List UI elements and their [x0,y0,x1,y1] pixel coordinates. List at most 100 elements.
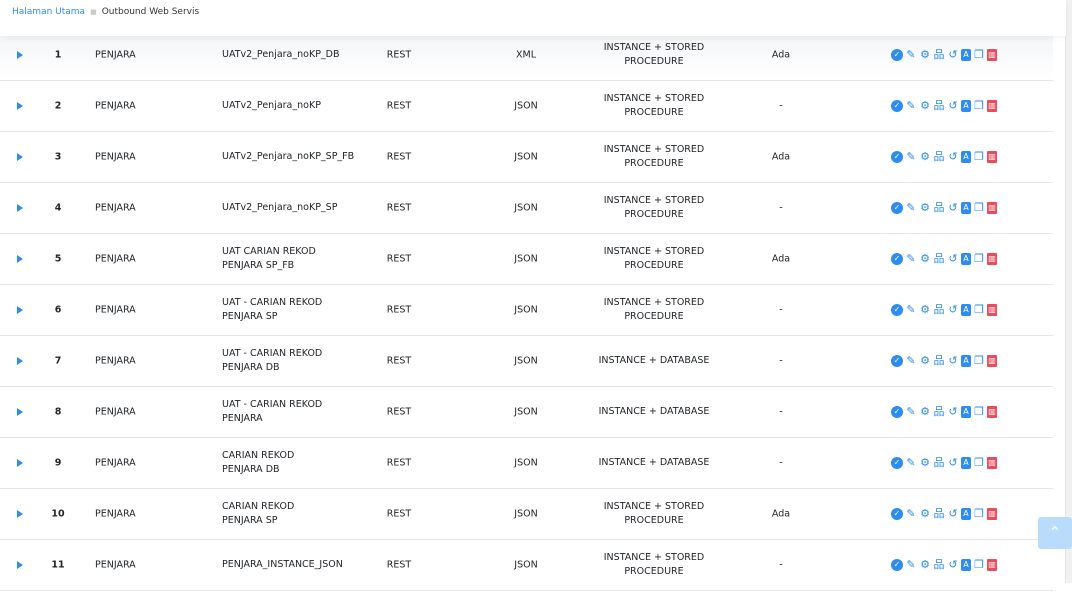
trash-icon[interactable]: ▥ [987,508,997,520]
sitemap-icon[interactable]: 品 [933,406,945,418]
copy-icon[interactable]: ❐ [973,355,985,367]
pdf-icon[interactable]: A [961,304,971,316]
pdf-icon[interactable]: A [961,253,971,265]
edit-icon[interactable]: ✎ [905,100,917,112]
check-circle-icon[interactable]: ✓ [891,304,903,316]
sitemap-icon[interactable]: 品 [933,100,945,112]
pdf-icon[interactable]: A [961,355,971,367]
gear-icon[interactable]: ⚙ [919,202,931,214]
gear-icon[interactable]: ⚙ [919,559,931,571]
sitemap-icon[interactable]: 品 [933,202,945,214]
edit-icon[interactable]: ✎ [905,559,917,571]
copy-icon[interactable]: ❐ [973,304,985,316]
copy-icon[interactable]: ❐ [973,49,985,61]
pdf-icon[interactable]: A [961,406,971,418]
edit-icon[interactable]: ✎ [905,202,917,214]
history-icon[interactable]: ↺ [947,202,959,214]
check-circle-icon[interactable]: ✓ [891,49,903,61]
trash-icon[interactable]: ▥ [987,253,997,265]
sitemap-icon[interactable]: 品 [933,151,945,163]
trash-icon[interactable]: ▥ [987,202,997,214]
copy-icon[interactable]: ❐ [973,100,985,112]
trash-icon[interactable]: ▥ [987,406,997,418]
expand-row-icon[interactable] [17,408,23,416]
trash-icon[interactable]: ▥ [987,559,997,571]
copy-icon[interactable]: ❐ [973,457,985,469]
trash-icon[interactable]: ▥ [987,151,997,163]
history-icon[interactable]: ↺ [947,559,959,571]
expand-row-icon[interactable] [17,255,23,263]
gear-icon[interactable]: ⚙ [919,304,931,316]
sitemap-icon[interactable]: 品 [933,49,945,61]
history-icon[interactable]: ↺ [947,457,959,469]
check-circle-icon[interactable]: ✓ [891,559,903,571]
gear-icon[interactable]: ⚙ [919,457,931,469]
check-circle-icon[interactable]: ✓ [891,457,903,469]
history-icon[interactable]: ↺ [947,253,959,265]
history-icon[interactable]: ↺ [947,304,959,316]
pdf-icon[interactable]: A [961,100,971,112]
breadcrumb-home-link[interactable]: Halaman Utama [12,7,85,17]
copy-icon[interactable]: ❐ [973,253,985,265]
copy-icon[interactable]: ❐ [973,559,985,571]
sitemap-icon[interactable]: 品 [933,355,945,367]
expand-row-icon[interactable] [17,357,23,365]
history-icon[interactable]: ↺ [947,100,959,112]
check-circle-icon[interactable]: ✓ [891,253,903,265]
copy-icon[interactable]: ❐ [973,508,985,520]
gear-icon[interactable]: ⚙ [919,406,931,418]
pdf-icon[interactable]: A [961,559,971,571]
expand-row-icon[interactable] [17,102,23,110]
expand-row-icon[interactable] [17,51,23,59]
expand-row-icon[interactable] [17,153,23,161]
gear-icon[interactable]: ⚙ [919,49,931,61]
scrollbar[interactable] [1065,0,1072,583]
check-circle-icon[interactable]: ✓ [891,151,903,163]
pdf-icon[interactable]: A [961,151,971,163]
trash-icon[interactable]: ▥ [987,355,997,367]
copy-icon[interactable]: ❐ [973,406,985,418]
scroll-to-top-button[interactable]: ⌃ [1038,517,1072,549]
edit-icon[interactable]: ✎ [905,151,917,163]
pdf-icon[interactable]: A [961,49,971,61]
edit-icon[interactable]: ✎ [905,49,917,61]
gear-icon[interactable]: ⚙ [919,355,931,367]
gear-icon[interactable]: ⚙ [919,151,931,163]
sitemap-icon[interactable]: 品 [933,457,945,469]
trash-icon[interactable]: ▥ [987,100,997,112]
sitemap-icon[interactable]: 品 [933,508,945,520]
expand-row-icon[interactable] [17,204,23,212]
history-icon[interactable]: ↺ [947,406,959,418]
check-circle-icon[interactable]: ✓ [891,202,903,214]
copy-icon[interactable]: ❐ [973,151,985,163]
trash-icon[interactable]: ▥ [987,457,997,469]
edit-icon[interactable]: ✎ [905,355,917,367]
pdf-icon[interactable]: A [961,202,971,214]
edit-icon[interactable]: ✎ [905,508,917,520]
sitemap-icon[interactable]: 品 [933,253,945,265]
history-icon[interactable]: ↺ [947,151,959,163]
trash-icon[interactable]: ▥ [987,49,997,61]
check-circle-icon[interactable]: ✓ [891,508,903,520]
gear-icon[interactable]: ⚙ [919,100,931,112]
expand-row-icon[interactable] [17,561,23,569]
pdf-icon[interactable]: A [961,457,971,469]
sitemap-icon[interactable]: 品 [933,559,945,571]
edit-icon[interactable]: ✎ [905,457,917,469]
gear-icon[interactable]: ⚙ [919,253,931,265]
edit-icon[interactable]: ✎ [905,304,917,316]
edit-icon[interactable]: ✎ [905,253,917,265]
gear-icon[interactable]: ⚙ [919,508,931,520]
copy-icon[interactable]: ❐ [973,202,985,214]
history-icon[interactable]: ↺ [947,508,959,520]
check-circle-icon[interactable]: ✓ [891,355,903,367]
sitemap-icon[interactable]: 品 [933,304,945,316]
check-circle-icon[interactable]: ✓ [891,100,903,112]
pdf-icon[interactable]: A [961,508,971,520]
expand-row-icon[interactable] [17,459,23,467]
edit-icon[interactable]: ✎ [905,406,917,418]
expand-row-icon[interactable] [17,510,23,518]
expand-row-icon[interactable] [17,306,23,314]
history-icon[interactable]: ↺ [947,49,959,61]
history-icon[interactable]: ↺ [947,355,959,367]
